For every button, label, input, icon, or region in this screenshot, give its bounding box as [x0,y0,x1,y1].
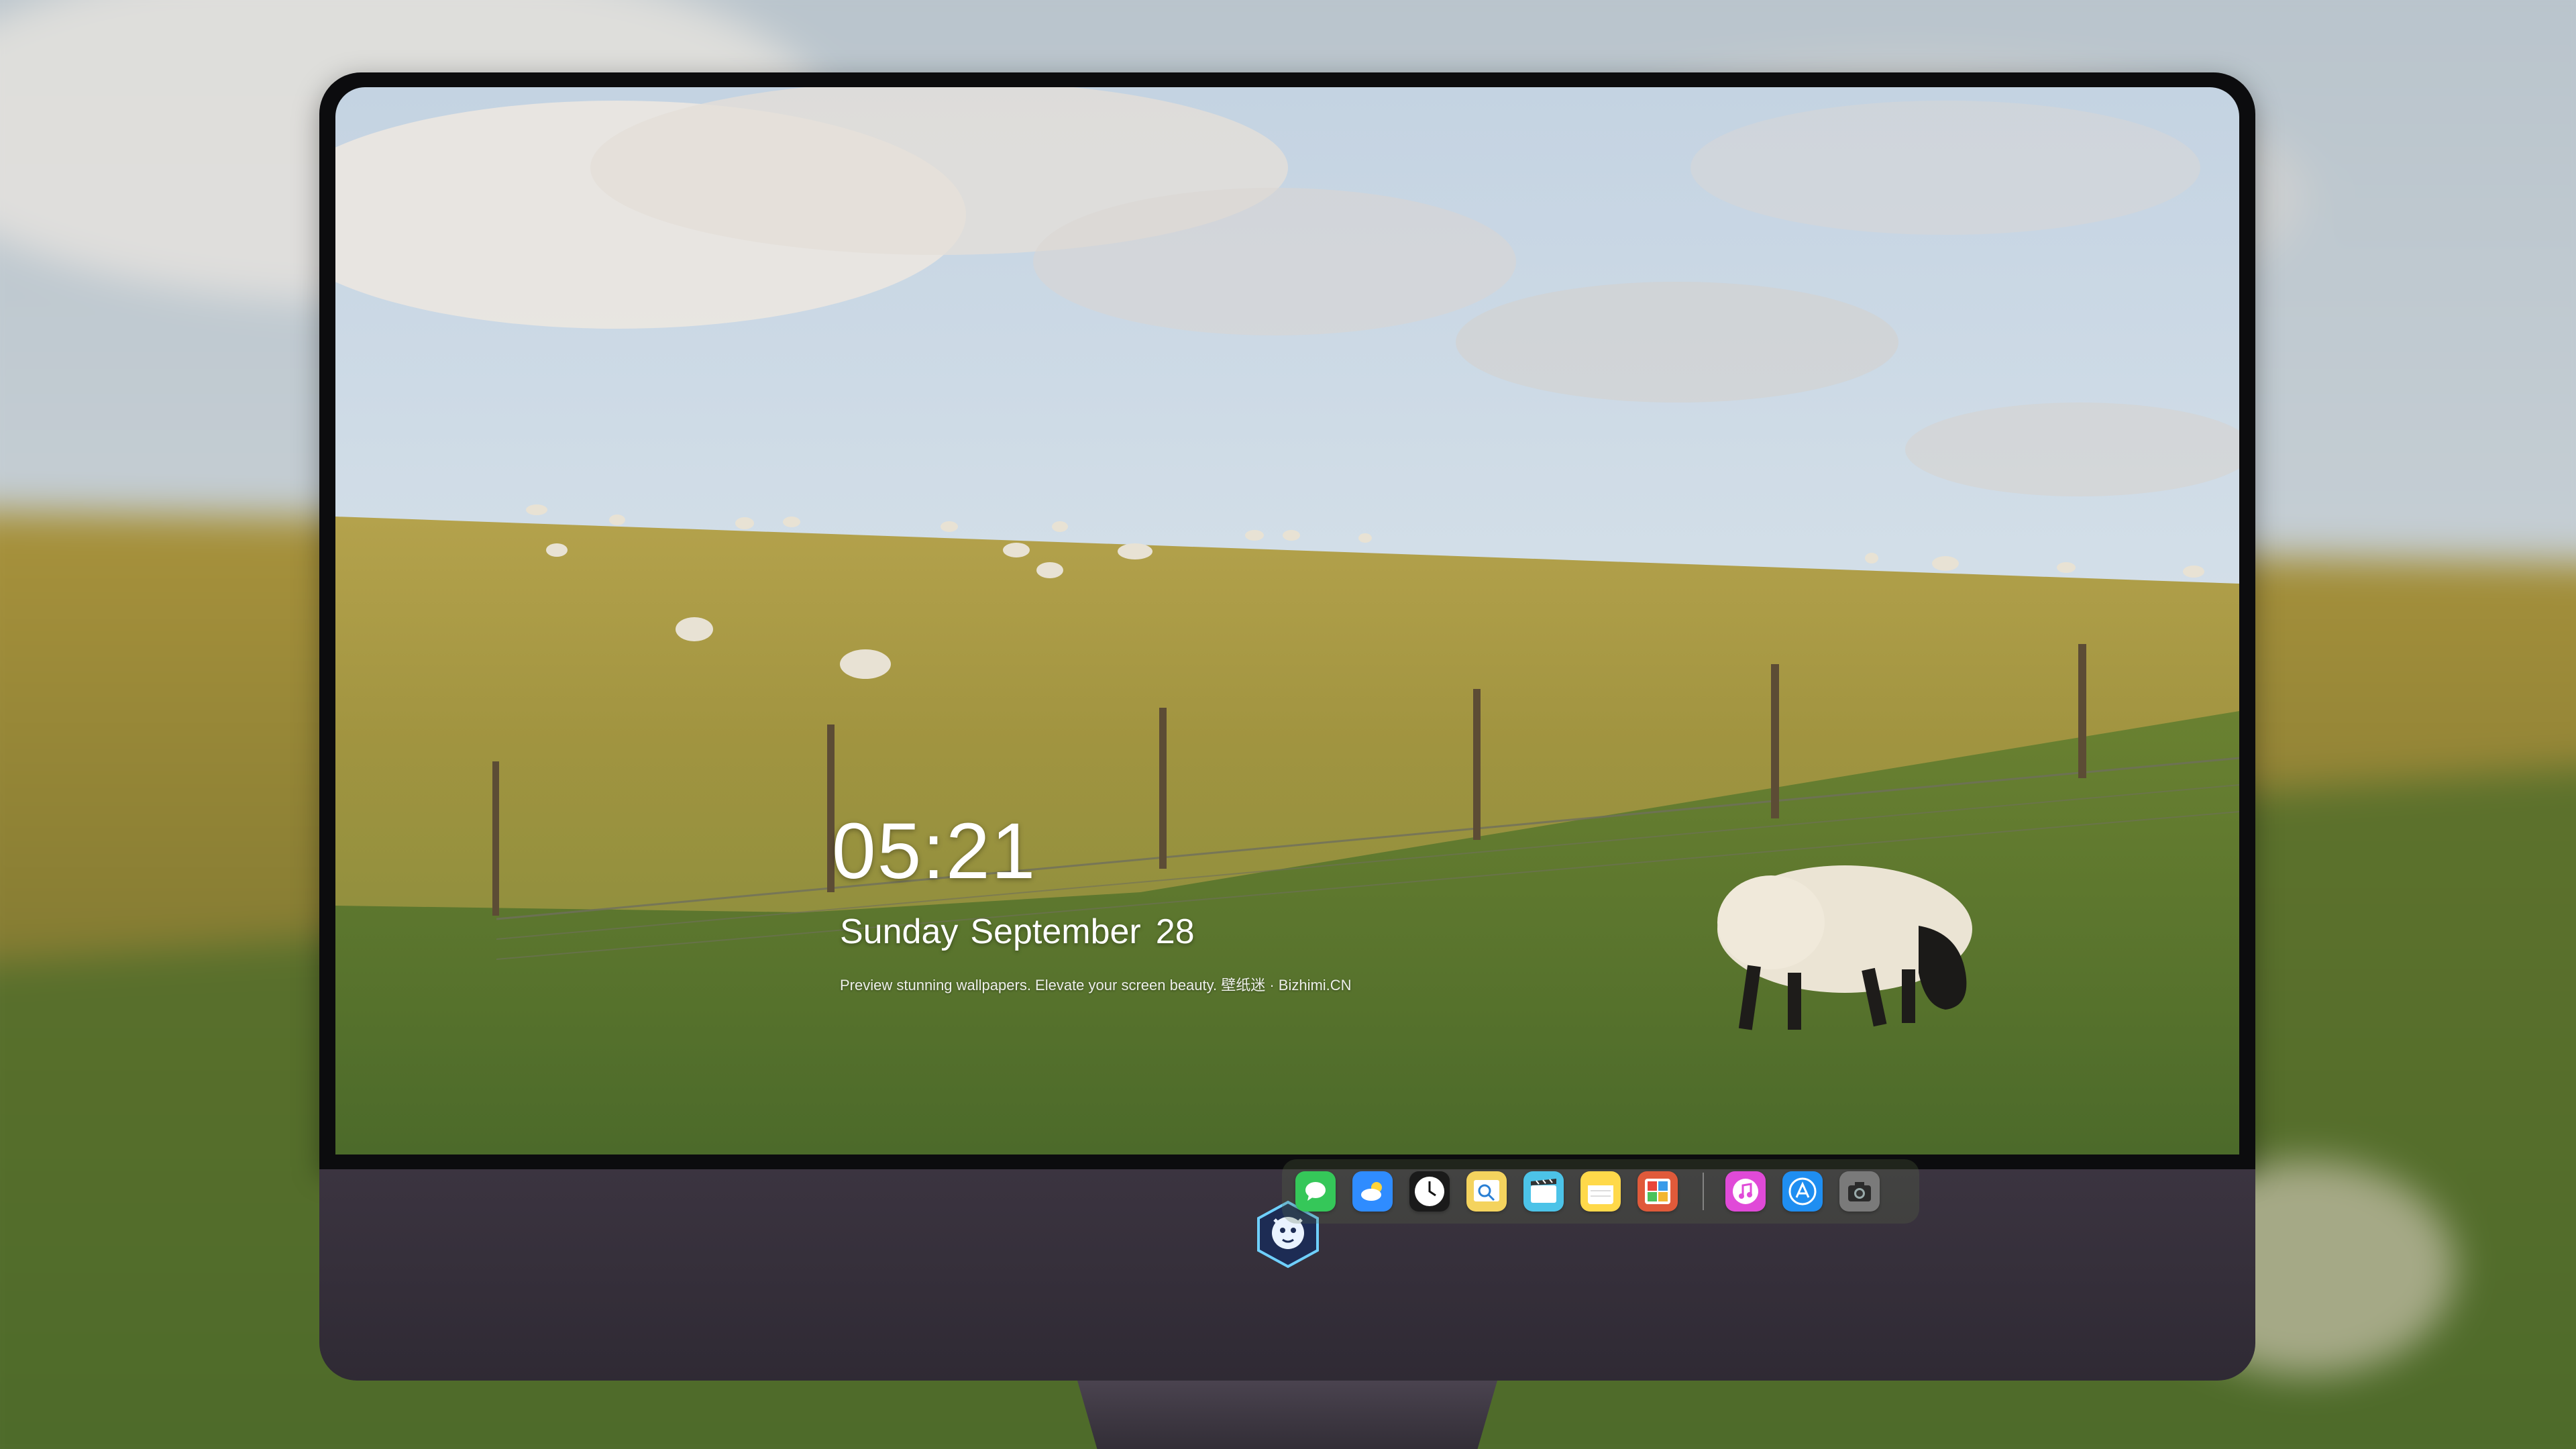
weather-icon[interactable] [1352,1171,1393,1212]
desktop-stage: 05:21 Sunday September 28 Preview stunning… [0,0,2576,1449]
notes-icon[interactable] [1580,1171,1621,1212]
camera-icon[interactable] [1839,1171,1880,1212]
monitor-stand-neck [1077,1381,1497,1449]
preview-icon[interactable] [1466,1171,1507,1212]
itunes-icon[interactable] [1725,1171,1766,1212]
clock-icon[interactable] [1409,1171,1450,1212]
dock-separator [1703,1173,1704,1210]
photo-booth-icon[interactable] [1638,1171,1678,1212]
imac-monitor: 05:21 Sunday September 28 Preview stunning… [319,72,2255,1449]
lock-clock: 05:21 [832,807,1037,896]
lock-day: 28 [1155,912,1195,951]
lock-screen: 05:21 Sunday September 28 Preview stunning… [335,87,2239,1155]
dock [1282,1159,1919,1224]
lock-date: Sunday September 28 [840,914,1207,949]
final-cut-icon[interactable] [1523,1171,1564,1212]
lock-tagline: Preview stunning wallpapers. Elevate you… [840,977,1352,994]
messages-icon[interactable] [1295,1171,1336,1212]
lock-weekday: Sunday [840,912,959,951]
app-store-icon[interactable] [1782,1171,1823,1212]
monitor-bezel: 05:21 Sunday September 28 Preview stunning… [319,72,2255,1169]
lock-month: September [970,912,1141,951]
